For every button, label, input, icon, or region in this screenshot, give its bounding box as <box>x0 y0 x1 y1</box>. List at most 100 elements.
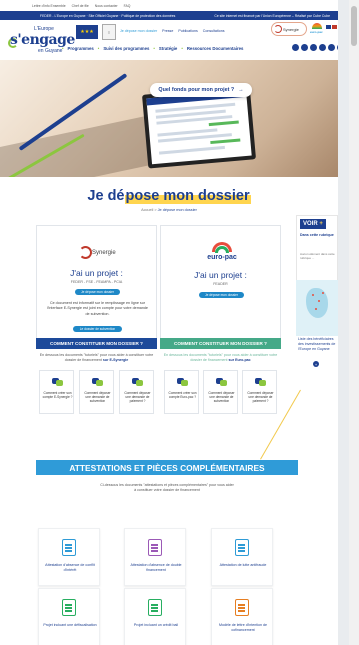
chat-bubbles-icon <box>132 377 143 387</box>
secondary-nav-item[interactable]: Je dépose mon dossier <box>120 29 157 33</box>
tutorial-label: Comment déposer une demande de paiement … <box>124 391 151 404</box>
tutorial-label: Comment déposer une demande de subventio… <box>84 391 111 404</box>
attestation-card[interactable]: Modèle de lettre d'intention de cofinanc… <box>211 588 273 645</box>
esynergie-e-icon <box>79 246 92 259</box>
subvention-doc-button[interactable]: Le dossier de subvention <box>73 326 122 332</box>
voir-label: VOIR <box>303 221 318 227</box>
arrow-right-icon: → <box>238 87 244 93</box>
map-marker-icon <box>318 300 320 302</box>
fund-finder-label: Quel fonds pour mon projet ? <box>158 87 235 93</box>
map-caption[interactable]: Liste des bénéficiaires des investisseme… <box>298 337 338 352</box>
header: L'Europe s'engage en Guyane ★★★ ≡ Je dép… <box>0 20 338 60</box>
nav-item-ressources[interactable]: Ressources Documentaires <box>187 46 244 51</box>
top-link[interactable]: Lettre d'info Ensemble <box>32 4 66 8</box>
esynergie-card: Synergie J'ai un projet : FEDER - FSE - … <box>36 225 157 339</box>
top-link[interactable]: FAQ <box>124 4 131 8</box>
search-icon[interactable] <box>337 44 338 51</box>
tutorial-card[interactable]: Comment déposer une demande de subventio… <box>203 370 238 414</box>
nav-item-programmes[interactable]: Programmes <box>68 46 94 51</box>
nav-item-suivi[interactable]: Suivi des programmes <box>103 46 149 51</box>
hero-banner: Quel fonds pour mon projet ? → <box>0 60 338 177</box>
europac-card: euro-pac J'ai un projet : FEADER Je dépo… <box>160 225 281 339</box>
top-link[interactable]: Chef de file <box>72 4 89 8</box>
secondary-nav-item[interactable]: Publications <box>178 29 197 33</box>
esynergie-howto-strip: COMMENT CONSTITUER MON DOSSIER ? <box>36 338 157 349</box>
card-funds: FEADER <box>213 282 228 286</box>
secondary-nav-item[interactable]: Consultations <box>203 29 225 33</box>
nav-bullet-icon: • <box>97 46 100 51</box>
attestation-card[interactable]: Projet incluant un crédit bail <box>124 588 186 645</box>
laptop-screen <box>146 89 252 165</box>
sidebar-empty-text: Aucun élément dans cette rubrique ... <box>300 252 335 260</box>
youtube-icon[interactable] <box>310 44 317 51</box>
deposit-button[interactable]: Je dépose mon dossier <box>199 292 244 298</box>
eu-flag-icon: ★★★ <box>76 25 98 39</box>
europac-card-logo: euro-pac <box>207 240 237 266</box>
secondary-nav-item[interactable]: Presse <box>162 29 173 33</box>
language-flags[interactable] <box>326 25 338 29</box>
europac-logo-text: euro-pac <box>310 30 323 34</box>
tutorial-card[interactable]: Comment créer son compte Euro-pac ? <box>164 370 199 414</box>
europac-logo[interactable]: euro-pac <box>310 22 324 36</box>
document-icon <box>62 539 76 556</box>
attestation-card[interactable]: Attestation de lutte antifraude <box>211 528 273 586</box>
esynergie-logo[interactable]: Synergie <box>271 22 307 36</box>
info-bar-left[interactable]: FEDER - L'Europe en Guyane · Site Offici… <box>40 14 175 18</box>
linkedin-icon[interactable] <box>328 44 335 51</box>
card-title: J'ai un projet : <box>194 270 247 280</box>
voir-plus-badge: VOIR + <box>300 219 326 229</box>
chat-bubbles-icon <box>52 377 63 387</box>
attestation-label: Attestation d'absence de double financem… <box>130 563 182 572</box>
breadcrumb-separator: > <box>154 208 157 212</box>
attestation-label: Attestation d'absence de conflit d'intér… <box>45 563 95 572</box>
flag-fr-icon[interactable] <box>326 25 331 29</box>
deposit-button[interactable]: Je dépose mon dossier <box>75 289 120 295</box>
social-links <box>292 44 338 51</box>
tutorial-card[interactable]: Comment déposer une demande de subventio… <box>79 370 114 414</box>
document-icon <box>148 599 162 616</box>
screen-highlight <box>208 120 239 127</box>
tutorial-card[interactable]: Comment créer son compte E-Synergie ? <box>39 370 74 414</box>
tutorial-label: Comment créer son compte E-Synergie ? <box>42 391 73 400</box>
chat-bubbles-icon <box>216 377 227 387</box>
map-more-button[interactable]: + <box>313 361 319 367</box>
tutorial-card[interactable]: Comment déposer une demande de paiement … <box>242 370 277 414</box>
site-logo[interactable]: L'Europe s'engage en Guyane <box>8 22 75 58</box>
attestation-card[interactable]: Projet incluant une défiscalisation <box>38 588 100 645</box>
document-icon[interactable]: ≡ <box>102 24 116 40</box>
scrollbar-thumb[interactable] <box>351 6 357 46</box>
tutorial-label: Comment déposer une demande de paiement … <box>247 391 274 404</box>
top-link[interactable]: Nous contacter <box>95 4 118 8</box>
laptop-image <box>141 85 257 169</box>
breadcrumb: Accueil > Je dépose mon dossier <box>0 208 338 212</box>
attestations-subtitle: Ci-dessous les documents "attestations e… <box>100 483 234 492</box>
page-scrollbar[interactable] <box>349 0 359 645</box>
nav-bullet-icon: • <box>181 46 183 51</box>
guyane-map-icon <box>306 288 328 318</box>
beneficiaries-map[interactable] <box>296 280 338 336</box>
attestation-card[interactable]: Attestation d'absence de conflit d'intér… <box>38 528 100 586</box>
page-title-prefix: Je dé <box>87 188 125 204</box>
flag-en-icon[interactable] <box>332 25 337 29</box>
fund-finder-button[interactable]: Quel fonds pour mon projet ? → <box>150 83 252 97</box>
nav-item-strategie[interactable]: Stratégie <box>159 46 177 51</box>
europac-arc-icon <box>312 23 322 29</box>
breadcrumb-home[interactable]: Accueil <box>141 208 153 212</box>
card-funds: FEDER - FSE - FEAMPA - PCIA <box>70 280 123 284</box>
tutorial-card[interactable]: Comment déposer une demande de paiement … <box>119 370 154 414</box>
nav-bullet-icon: • <box>153 46 155 51</box>
esynergie-logo-text: Synergie <box>283 26 299 32</box>
facebook-icon[interactable] <box>292 44 299 51</box>
attestation-card[interactable]: Attestation d'absence de double financem… <box>124 528 186 586</box>
chat-bubbles-icon <box>177 377 188 387</box>
twitter-icon[interactable] <box>301 44 308 51</box>
nav-bullet-icon: • <box>62 46 64 51</box>
tutorial-label: Comment déposer une demande de subventio… <box>208 391 235 404</box>
card-description: Ce document est informatif sur le rempli… <box>47 301 148 316</box>
attestations-title: ATTESTATIONS ET PIÈCES COMPLÉMENTAIRES <box>36 460 298 475</box>
attestation-label: Attestation de lutte antifraude <box>219 563 267 567</box>
chat-bubbles-icon <box>92 377 103 387</box>
info-bar-right: Ce site internet est financé par l'Union… <box>214 13 330 18</box>
instagram-icon[interactable] <box>319 44 326 51</box>
map-marker-icon <box>315 308 317 310</box>
